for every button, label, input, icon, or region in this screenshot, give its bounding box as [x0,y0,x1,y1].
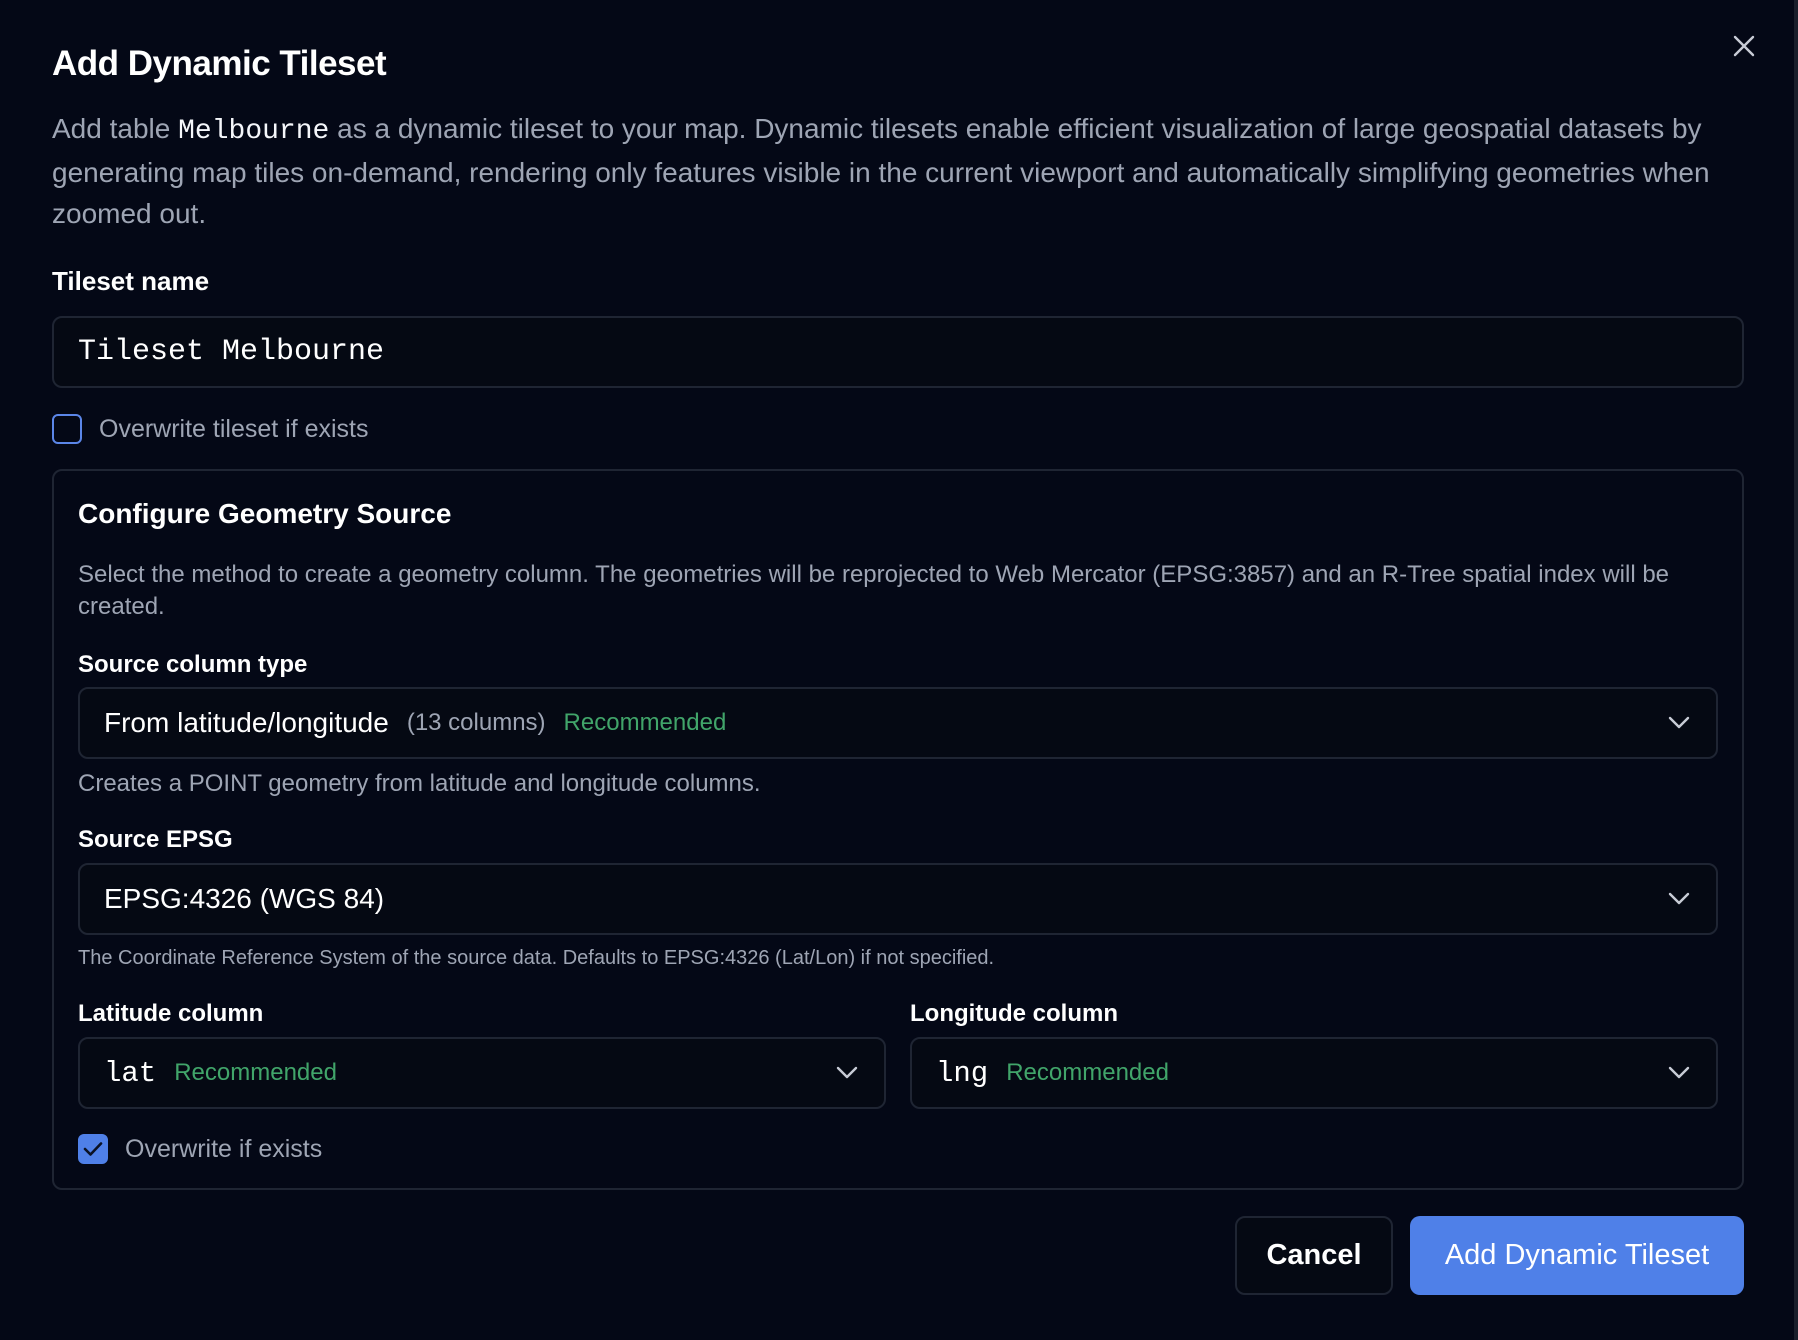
chevron-down-icon [1668,1066,1690,1079]
description-prefix: Add table [52,113,179,144]
recommended-badge: Recommended [1006,1059,1169,1086]
overwrite-tileset-checkbox[interactable] [52,414,82,444]
latitude-column-label: Latitude column [78,1000,264,1027]
source-column-type-label: Source column type [78,651,308,678]
longitude-column-value: lng [936,1056,989,1090]
table-name: Melbourne [178,116,330,147]
dialog-description: Add table Melbourne as a dynamic tileset… [52,108,1742,234]
recommended-badge: Recommended [174,1059,337,1086]
close-button[interactable] [1726,28,1762,64]
chevron-down-icon [836,1066,858,1079]
overwrite-tileset-toggle[interactable]: Overwrite tileset if exists [52,414,369,444]
dialog-title: Add Dynamic Tileset [52,44,387,83]
close-icon [1733,35,1755,57]
overwrite-geometry-checkbox[interactable] [78,1134,108,1164]
add-dynamic-tileset-button[interactable]: Add Dynamic Tileset [1410,1216,1744,1295]
source-column-count: (13 columns) [406,709,546,736]
overwrite-tileset-label: Overwrite tileset if exists [99,414,369,443]
source-column-type-value: From latitude/longitude [104,707,389,738]
recommended-badge: Recommended [563,709,727,736]
source-epsg-label: Source EPSG [78,826,233,853]
cancel-button[interactable]: Cancel [1235,1216,1393,1295]
latitude-column-value: lat [104,1056,157,1090]
longitude-column-select[interactable]: lng Recommended [910,1037,1718,1109]
source-epsg-helper: The Coordinate Reference System of the s… [78,947,995,969]
chevron-down-icon [1668,892,1690,905]
overwrite-geometry-label: Overwrite if exists [125,1134,323,1163]
tileset-name-input[interactable] [52,316,1744,388]
check-icon [83,1142,103,1156]
longitude-column-label: Longitude column [910,1000,1118,1027]
add-dynamic-tileset-dialog: Add Dynamic Tileset Add table Melbourne … [0,0,1798,1340]
scrollbar[interactable] [1794,0,1798,1340]
source-epsg-select[interactable]: EPSG:4326 (WGS 84) [78,863,1718,935]
source-epsg-value: EPSG:4326 (WGS 84) [104,883,385,914]
geometry-source-title: Configure Geometry Source [78,498,452,529]
geometry-source-description: Select the method to create a geometry c… [78,561,1670,620]
tileset-name-label: Tileset name [52,266,210,296]
source-column-type-select[interactable]: From latitude/longitude (13 columns) Rec… [78,687,1718,759]
chevron-down-icon [1668,716,1690,729]
latitude-column-select[interactable]: lat Recommended [78,1037,886,1109]
overwrite-geometry-toggle[interactable]: Overwrite if exists [78,1134,322,1164]
source-column-type-helper: Creates a POINT geometry from latitude a… [78,770,761,797]
